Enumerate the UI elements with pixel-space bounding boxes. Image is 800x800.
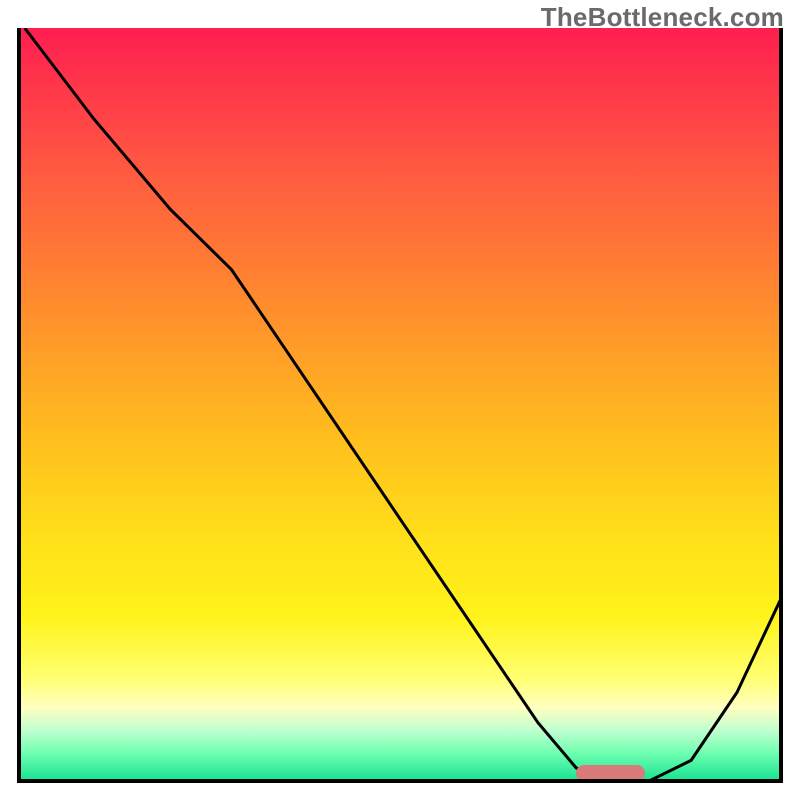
gradient-background bbox=[17, 28, 783, 783]
watermark-text: TheBottleneck.com bbox=[541, 2, 784, 33]
chart-container: TheBottleneck.com bbox=[0, 0, 800, 800]
